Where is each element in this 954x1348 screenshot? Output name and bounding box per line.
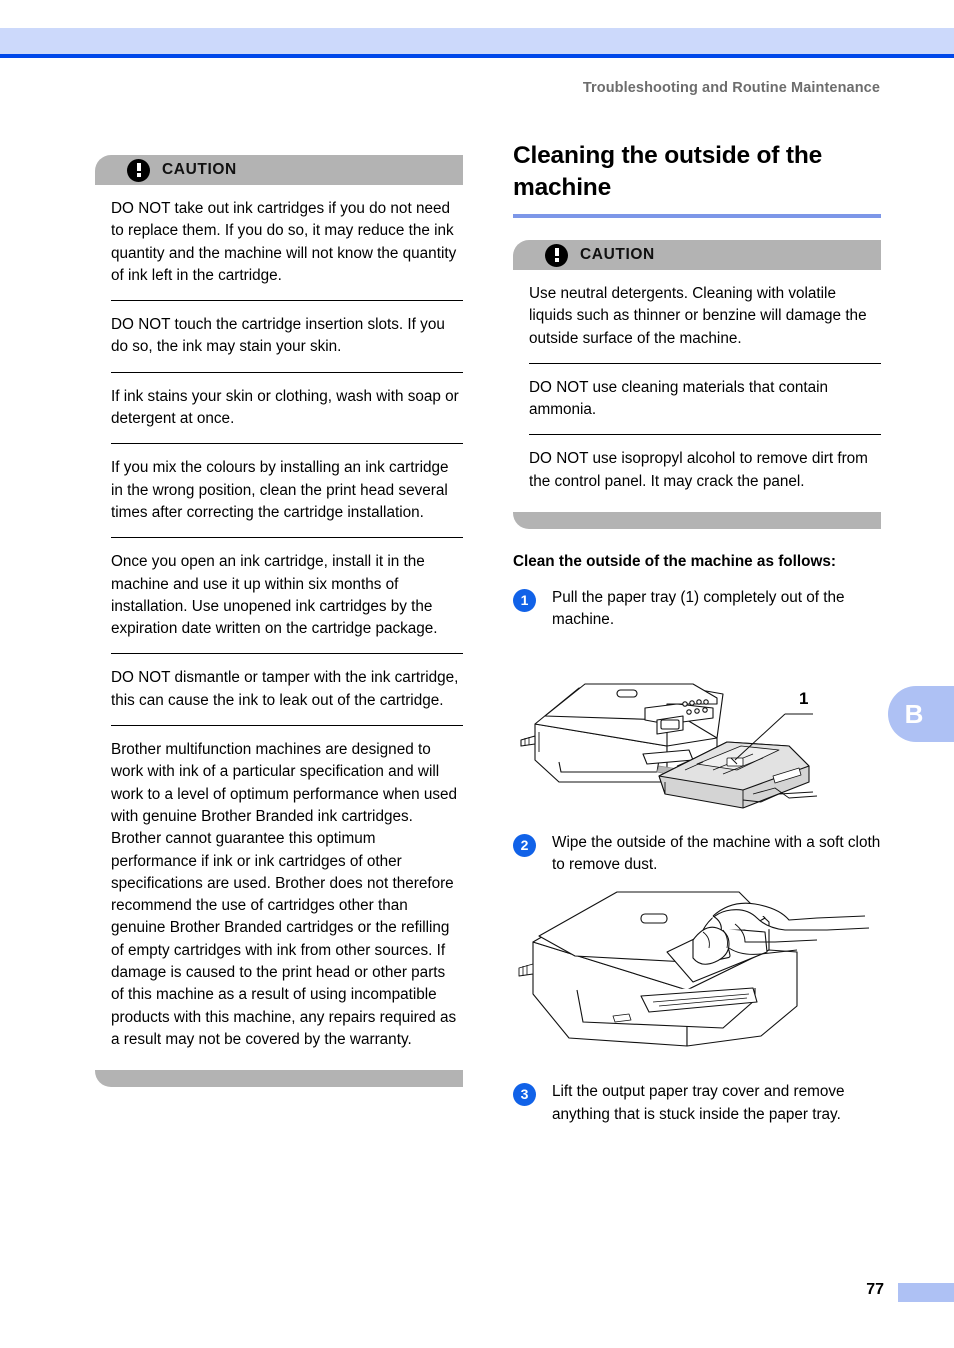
procedure-lead: Clean the outside of the machine as foll… bbox=[513, 553, 836, 571]
caution-footer-right bbox=[513, 512, 881, 530]
section-title: Cleaning the outside of the machine bbox=[513, 142, 823, 201]
caution-title: CAUTION bbox=[580, 246, 655, 263]
footer-accent-block bbox=[898, 1283, 954, 1302]
svg-text:1: 1 bbox=[799, 689, 808, 708]
step-text: Wipe the outside of the machine with a s… bbox=[552, 833, 881, 873]
caution-item: Use neutral detergents. Cleaning with vo… bbox=[529, 285, 867, 347]
page-number: 77 bbox=[866, 1281, 884, 1298]
caution-header-right: CAUTION bbox=[513, 240, 881, 270]
right-column: Cleaning the outside of the machine CAUT… bbox=[513, 140, 881, 1126]
printer-wipe-with-cloth-diagram bbox=[513, 886, 881, 1071]
step-text: Lift the output paper tray cover and rem… bbox=[552, 1083, 845, 1123]
caution-item: DO NOT dismantle or tamper with the ink … bbox=[111, 653, 463, 725]
caution-item: DO NOT use isopropyl alcohol to remove d… bbox=[529, 434, 881, 506]
caution-item: Once you open an ink cartridge, install … bbox=[111, 537, 463, 653]
exclamation-circle-icon bbox=[127, 158, 150, 182]
step-text: Pull the paper tray (1) completely out o… bbox=[552, 589, 845, 629]
caution-header-left: CAUTION bbox=[95, 155, 463, 185]
caution-item: DO NOT take out ink cartridges if you do… bbox=[111, 200, 457, 284]
caution-item: If you mix the colours by installing an … bbox=[111, 443, 463, 537]
exclamation-circle-icon bbox=[545, 243, 568, 267]
printer-paper-tray-removal-diagram: 1 bbox=[513, 642, 881, 822]
caution-title: CAUTION bbox=[162, 161, 237, 178]
caution-item: Brother multifunction machines are desig… bbox=[111, 725, 463, 1064]
caution-item: If ink stains your skin or clothing, was… bbox=[111, 371, 463, 444]
step-number-badge: 3 bbox=[513, 1083, 536, 1107]
caution-body-left: DO NOT take out ink cartridges if you do… bbox=[95, 185, 463, 1064]
caution-item: DO NOT touch the cartridge insertion slo… bbox=[111, 300, 463, 372]
left-column: CAUTION DO NOT take out ink cartridges i… bbox=[95, 155, 463, 1088]
step-item: 3 Lift the output paper tray cover and r… bbox=[513, 1081, 881, 1126]
caution-footer-left bbox=[95, 1070, 463, 1088]
running-head: Troubleshooting and Routine Maintenance bbox=[582, 80, 880, 96]
caution-body-right: Use neutral detergents. Cleaning with vo… bbox=[513, 270, 881, 506]
step-item: 1 Pull the paper tray (1) completely out… bbox=[513, 587, 881, 632]
step-number-badge: 1 bbox=[513, 589, 536, 613]
step-number-badge: 2 bbox=[513, 833, 536, 857]
step-item: 2 Wipe the outside of the machine with a… bbox=[513, 832, 881, 877]
chapter-edge-tab: B bbox=[888, 686, 954, 742]
caution-item: DO NOT use cleaning materials that conta… bbox=[529, 362, 881, 435]
header-band bbox=[0, 28, 954, 54]
header-rule bbox=[0, 54, 954, 58]
section-title-rule bbox=[513, 214, 881, 218]
